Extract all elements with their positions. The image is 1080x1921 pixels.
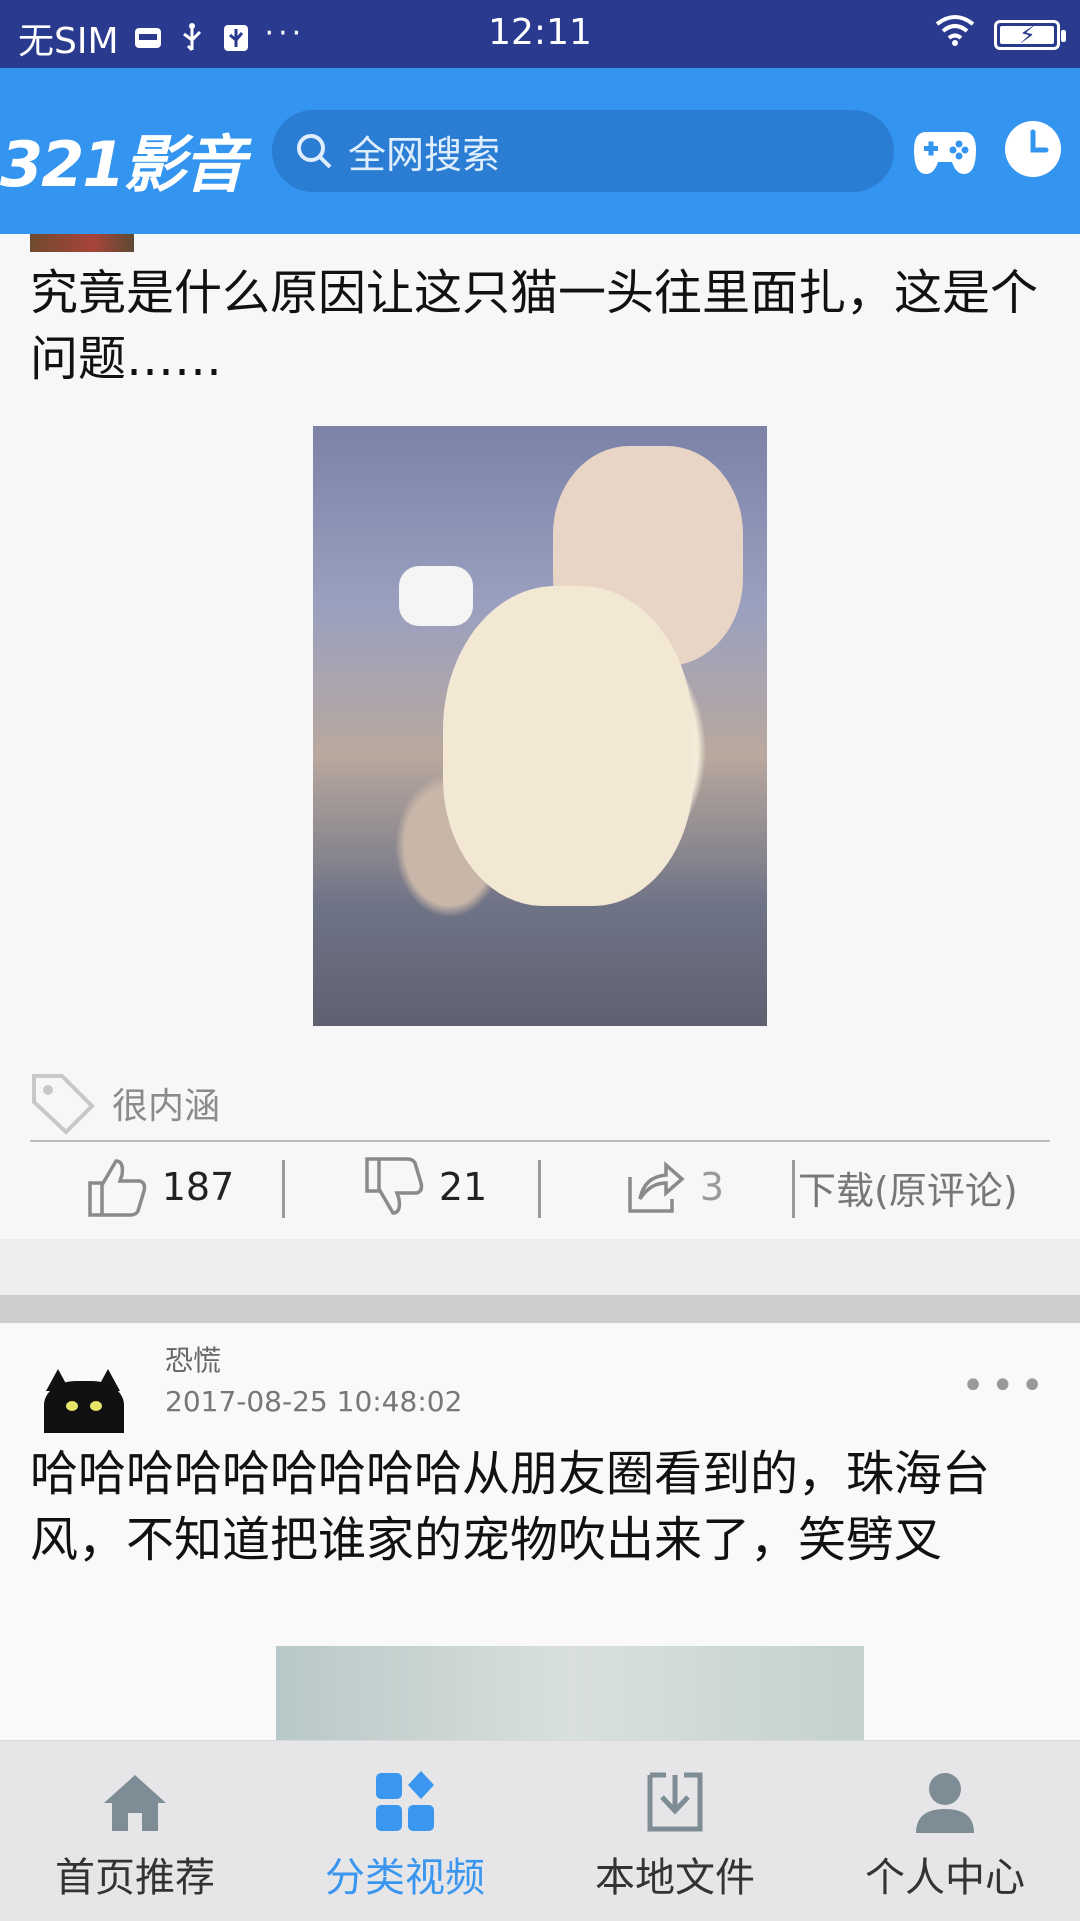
post-image[interactable] — [276, 1646, 864, 1740]
action-separator — [538, 1160, 541, 1218]
search-placeholder: 全网搜索 — [348, 132, 501, 177]
action-separator — [792, 1160, 795, 1218]
tab-category-label: 分类视频 — [325, 1855, 485, 1901]
status-bar: 无SIM ··· 12:11 ⚡ — [0, 0, 1080, 68]
share-icon — [628, 1161, 685, 1213]
status-time: 12:11 — [488, 12, 592, 53]
image-cat — [443, 586, 693, 906]
tab-category[interactable]: 分类视频 — [270, 1741, 540, 1921]
battery-icon: ⚡ — [994, 19, 1066, 50]
app-header: 321影音 全网搜索 — [0, 68, 1080, 234]
tab-local-files[interactable]: 本地文件 — [540, 1741, 810, 1921]
post-separator — [0, 1295, 1080, 1323]
post-actions: 187 21 3 下载(原评论) — [30, 1152, 1050, 1232]
image-sock — [399, 566, 473, 626]
dislike-button[interactable]: 21 — [350, 1152, 500, 1222]
cat-eye — [90, 1401, 102, 1411]
post-timestamp: 2017-08-25 10:48:02 — [165, 1385, 463, 1418]
tab-profile[interactable]: 个人中心 — [810, 1741, 1080, 1921]
download-icon — [647, 1772, 703, 1832]
post-text[interactable]: 哈哈哈哈哈哈哈哈哈从朋友圈看到的，珠海台风，不知道把谁家的宠物吹出来了，笑劈叉 — [30, 1441, 1050, 1573]
like-count: 187 — [161, 1165, 235, 1209]
post-tag[interactable]: 很内涵 — [30, 1070, 220, 1136]
dislike-count: 21 — [438, 1165, 488, 1209]
thumbs-up-icon — [87, 1159, 146, 1217]
gamepad-icon[interactable] — [912, 120, 978, 180]
home-icon — [104, 1775, 166, 1831]
tab-home-label: 首页推荐 — [55, 1855, 215, 1901]
history-clock-icon[interactable] — [1004, 120, 1062, 178]
search-icon — [297, 134, 332, 169]
post-spacer — [0, 1239, 1080, 1295]
post-text[interactable]: 究竟是什么原因让这只猫一头往里面扎，这是个问题…… — [30, 260, 1050, 392]
author-avatar[interactable] — [30, 1329, 134, 1433]
wifi-icon — [934, 14, 976, 55]
like-button[interactable]: 187 — [80, 1152, 240, 1222]
person-icon — [916, 1773, 974, 1833]
share-count: 3 — [699, 1165, 725, 1209]
cat-eye — [66, 1401, 78, 1411]
cat-silhouette — [44, 1381, 124, 1433]
bottom-navigation: 首页推荐 分类视频 本地文件 个人中心 — [0, 1740, 1080, 1921]
download-label: 下载(原评论) — [798, 1168, 1018, 1213]
video-feed[interactable]: 究竟是什么原因让这只猫一头往里面扎，这是个问题…… 很内涵 187 21 3 下… — [0, 234, 1080, 1740]
divider — [30, 1140, 1050, 1142]
author-name[interactable]: 恐慌 — [165, 1339, 221, 1379]
post-image[interactable] — [313, 426, 767, 1026]
action-separator — [282, 1160, 285, 1218]
app-logo: 321影音 — [0, 128, 245, 201]
tab-home[interactable]: 首页推荐 — [0, 1741, 270, 1921]
download-button[interactable]: 下载(原评论) — [798, 1152, 1050, 1222]
avatar[interactable] — [30, 234, 134, 252]
more-options-button[interactable]: ••• — [961, 1363, 1050, 1409]
category-icon — [376, 1771, 434, 1831]
share-button[interactable]: 3 — [610, 1152, 740, 1222]
tab-profile-label: 个人中心 — [865, 1855, 1025, 1901]
tag-label: 很内涵 — [112, 1086, 221, 1127]
search-bar[interactable]: 全网搜索 — [272, 110, 894, 192]
tab-local-files-label: 本地文件 — [595, 1855, 755, 1901]
thumbs-down-icon — [365, 1157, 424, 1215]
tag-icon — [32, 1074, 95, 1135]
